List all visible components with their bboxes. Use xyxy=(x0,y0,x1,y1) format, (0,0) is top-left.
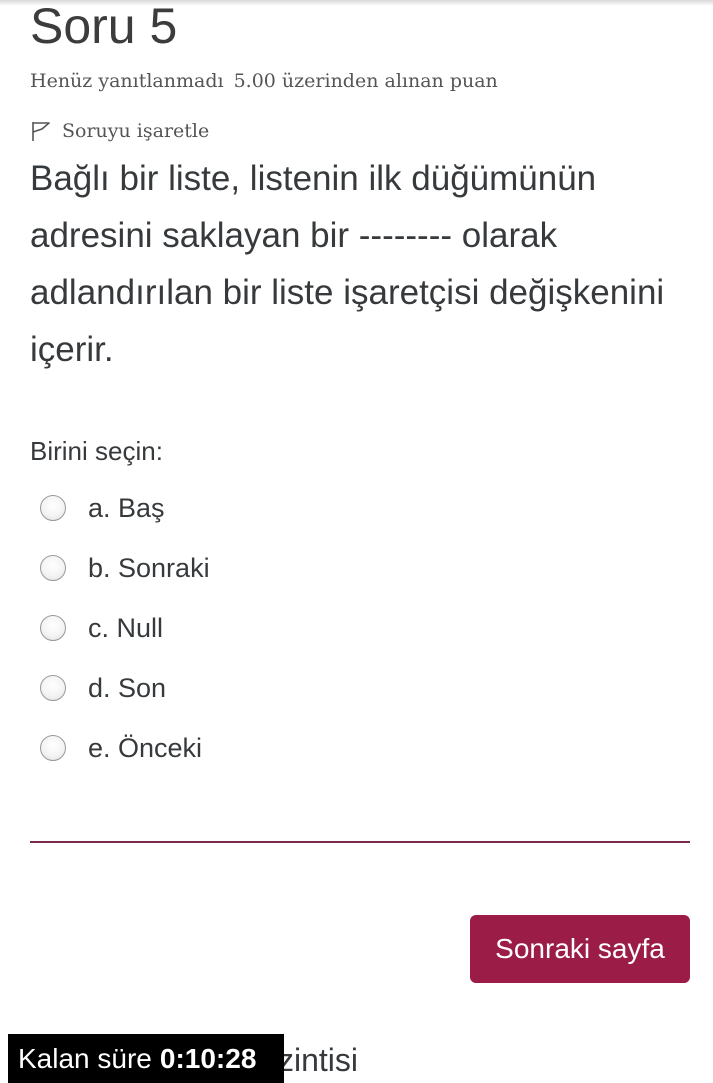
next-page-button[interactable]: Sonraki sayfa xyxy=(470,915,690,983)
radio-button[interactable] xyxy=(40,735,66,761)
question-info: Henüz yanıtlanmadı 5.00 üzerinden alınan … xyxy=(30,68,498,94)
section-divider xyxy=(30,841,690,843)
question-text: Bağlı bir liste, listenin ilk düğümünün … xyxy=(30,159,665,369)
answer-option-d[interactable]: d. Son xyxy=(40,658,210,718)
quiz-page: Soru 5 Henüz yanıtlanmadı 5.00 üzerinden … xyxy=(0,0,713,1083)
radio-button[interactable] xyxy=(40,555,66,581)
partial-text: zintisi xyxy=(278,1042,359,1078)
answer-option-e[interactable]: e. Önceki xyxy=(40,718,210,778)
answer-label: e. Önceki xyxy=(88,732,203,763)
answer-prompt: Birini seçin: xyxy=(30,436,163,466)
question-title: Soru 5 xyxy=(30,0,178,54)
timer-label: Kalan süre xyxy=(18,1042,152,1074)
question-grade: 5.00 üzerinden alınan puan xyxy=(233,70,498,92)
answer-option-c[interactable]: c. Null xyxy=(40,598,210,658)
answer-option-b[interactable]: b. Sonraki xyxy=(40,538,210,598)
time-remaining-timer: Kalan süre 0:10:28 xyxy=(8,1034,284,1083)
question-state: Henüz yanıtlanmadı xyxy=(30,70,224,92)
radio-button[interactable] xyxy=(40,615,66,641)
answer-label: d. Son xyxy=(88,672,167,703)
radio-button[interactable] xyxy=(40,675,66,701)
answer-label: a. Baş xyxy=(88,492,165,523)
flag-label: Soruyu işaretle xyxy=(62,120,210,142)
answer-option-a[interactable]: a. Baş xyxy=(40,478,210,538)
timer-value: 0:10:28 xyxy=(159,1042,257,1074)
flag-icon xyxy=(30,120,52,142)
flag-question-link[interactable]: Soruyu işaretle xyxy=(30,118,209,144)
answer-label: c. Null xyxy=(88,612,164,643)
radio-button[interactable] xyxy=(40,495,66,521)
answer-label: b. Sonraki xyxy=(88,552,210,583)
answer-list: a. Baş b. Sonraki c. Null d. Son e. Önce… xyxy=(40,478,210,778)
